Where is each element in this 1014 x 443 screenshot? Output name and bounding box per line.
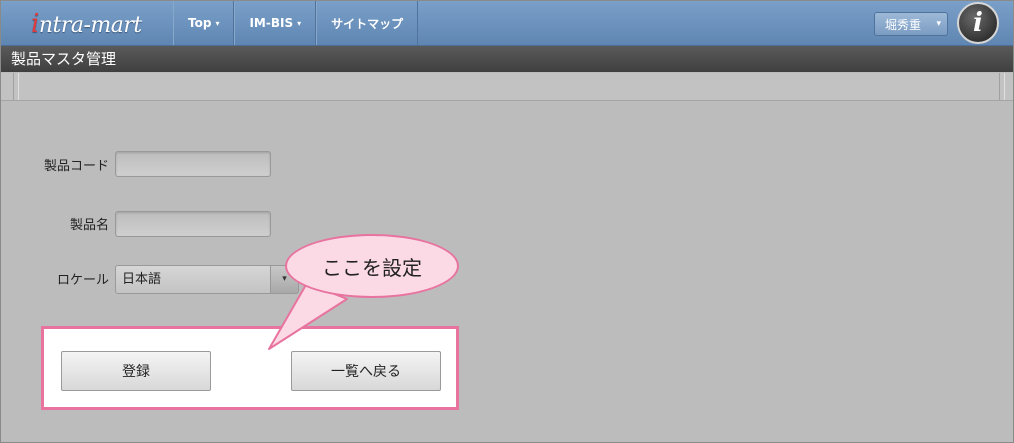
toolbar-strip xyxy=(1,73,1013,101)
nav-item-sitemap[interactable]: サイトマップ xyxy=(316,1,419,45)
intra-mart-logo[interactable]: intra-mart xyxy=(31,9,142,39)
caret-down-icon: ▾ xyxy=(936,19,941,29)
main-nav: Top ▾ IM-BIS ▾ サイトマップ xyxy=(173,1,419,45)
top-nav-bar: intra-mart Top ▾ IM-BIS ▾ サイトマップ 堀秀重 ▾ i xyxy=(1,1,1013,46)
app-window: intra-mart Top ▾ IM-BIS ▾ サイトマップ 堀秀重 ▾ i… xyxy=(0,0,1014,443)
nav-item-label: サイトマップ xyxy=(331,16,404,31)
nav-item-label: IM-BIS xyxy=(249,16,294,30)
toolbar-divider xyxy=(999,73,1005,100)
nav-item-label: Top xyxy=(188,16,212,30)
product-name-label: 製品名 xyxy=(69,218,109,233)
callout-bubble: ここを設定 xyxy=(285,234,459,298)
callout-text: ここを設定 xyxy=(322,255,422,280)
locale-label: ロケール xyxy=(56,273,109,288)
product-code-input[interactable] xyxy=(115,151,271,177)
logo-text: ntra-mart xyxy=(38,13,142,38)
caret-down-icon: ▾ xyxy=(215,18,220,28)
toolbar-divider xyxy=(13,73,19,100)
product-code-label: 製品コード xyxy=(43,159,109,174)
avatar-icon[interactable]: i xyxy=(957,2,999,44)
product-name-input[interactable] xyxy=(115,211,271,237)
caret-down-icon: ▾ xyxy=(297,18,302,28)
avatar-letter: i xyxy=(973,8,983,38)
locale-selected-value: 日本語 xyxy=(115,265,271,294)
page-title-bar: 製品マスタ管理 xyxy=(1,46,1013,72)
user-name: 堀秀重 xyxy=(885,17,922,32)
back-to-list-button[interactable]: 一覧へ戻る xyxy=(291,351,441,391)
page-title: 製品マスタ管理 xyxy=(11,50,117,68)
user-menu-button[interactable]: 堀秀重 ▾ xyxy=(874,12,948,36)
register-button[interactable]: 登録 xyxy=(61,351,211,391)
nav-item-top[interactable]: Top ▾ xyxy=(173,1,235,45)
logo-letter: i xyxy=(31,9,39,39)
nav-item-im-bis[interactable]: IM-BIS ▾ xyxy=(234,1,317,45)
